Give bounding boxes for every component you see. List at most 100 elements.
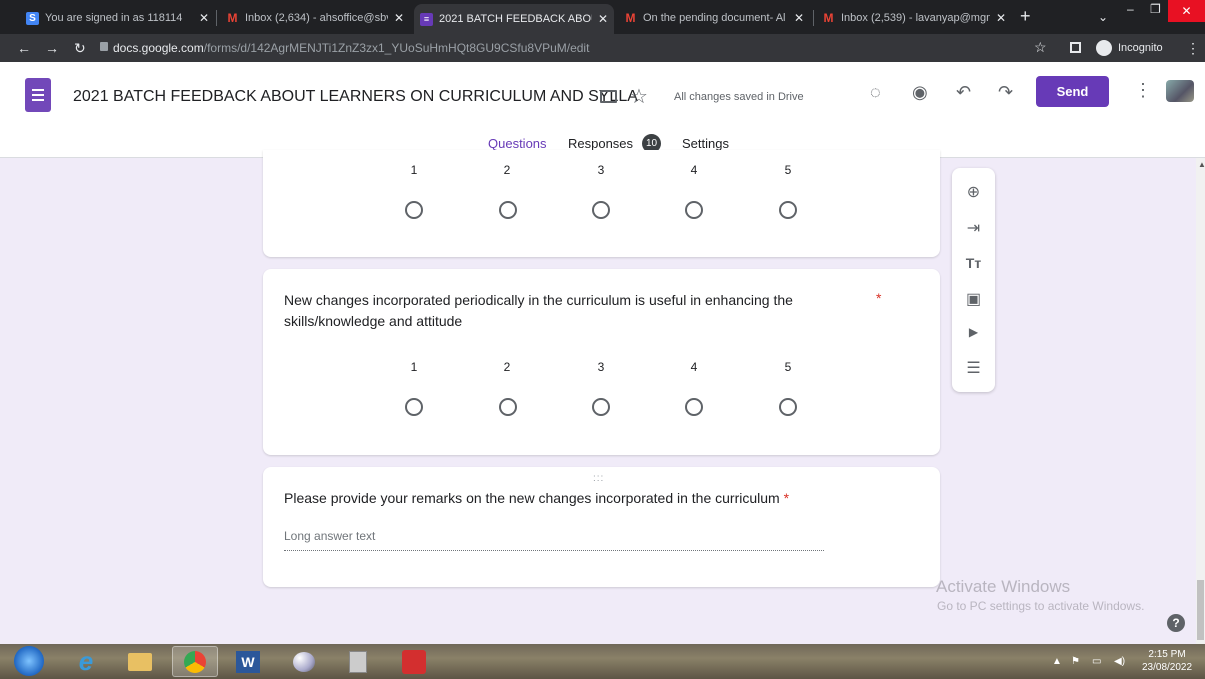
scale-radio-5[interactable] (779, 398, 797, 416)
preview-eye-icon[interactable]: ◉ (912, 82, 928, 103)
move-to-folder-icon[interactable] (600, 90, 617, 103)
scale-radio-4[interactable] (685, 398, 703, 416)
tab-responses[interactable]: Responses (568, 136, 633, 151)
reload-icon[interactable]: ↻ (74, 40, 86, 57)
scale-label: 5 (784, 163, 792, 177)
tab-favicon-icon: S (26, 11, 39, 25)
long-answer-underline (284, 550, 824, 551)
tab-title: Inbox (2,539) - lavanyap@mgm (841, 12, 990, 24)
file-explorer-icon[interactable] (126, 648, 154, 675)
restore-icon[interactable]: ❐ (1150, 2, 1161, 16)
question-card-paragraph[interactable]: ::: Please provide your remarks on the n… (263, 467, 940, 587)
question-toolbar: ⊕ ⇥ Tт ▣ ▶ ☰ (952, 168, 995, 392)
undo-icon[interactable]: ↶ (956, 82, 971, 103)
gmail-icon: M (227, 11, 238, 25)
back-icon[interactable]: ← (17, 40, 31, 56)
side-panel-icon[interactable] (1070, 42, 1081, 53)
tab-settings[interactable]: Settings (682, 136, 729, 151)
browser-tab-inbox-1[interactable]: M Inbox (2,634) - ahsoffice@sbvu ✕ (220, 6, 410, 30)
forward-icon[interactable]: → (45, 40, 59, 56)
scale-label: 4 (690, 360, 698, 374)
question-title[interactable]: New changes incorporated periodically in… (284, 290, 824, 332)
scale-radio-2[interactable] (499, 398, 517, 416)
tab-questions[interactable]: Questions (488, 136, 547, 151)
word-icon[interactable]: W (234, 648, 262, 675)
internet-explorer-icon[interactable]: e (72, 646, 100, 676)
scroll-up-arrow-icon[interactable]: ▲ (1198, 160, 1205, 169)
show-hidden-icons-arrow[interactable]: ▲ (1052, 656, 1062, 667)
scale-radio-1[interactable] (405, 398, 423, 416)
scale-label: 3 (597, 360, 605, 374)
gmail-icon: M (823, 11, 834, 25)
paint-icon[interactable] (290, 648, 318, 675)
tab-search-chevron-icon[interactable]: ⌄ (1098, 10, 1108, 24)
windows-start-icon[interactable] (14, 646, 44, 676)
activate-windows-watermark: Activate Windows (936, 577, 1071, 596)
star-icon[interactable]: ☆ (630, 84, 648, 109)
incognito-indicator[interactable]: Incognito (1096, 40, 1163, 56)
long-answer-placeholder: Long answer text (284, 529, 376, 543)
browser-menu-icon[interactable]: ⋮ (1186, 40, 1200, 57)
scale-label: 4 (690, 163, 698, 177)
close-tab-icon[interactable]: ✕ (794, 11, 804, 25)
adobe-reader-icon[interactable] (400, 648, 428, 675)
bookmark-star-icon[interactable]: ☆ (1034, 39, 1047, 56)
url-field[interactable]: docs.google.com/forms/d/142AgrMENJTi1ZnZ… (113, 41, 589, 55)
scale-radio-1[interactable] (405, 201, 423, 219)
form-title[interactable]: 2021 BATCH FEEDBACK ABOUT LEARNERS ON CU… (73, 88, 638, 106)
scale-label: 1 (410, 360, 418, 374)
browser-tab-pending-doc[interactable]: M On the pending document- Al ✕ (618, 6, 810, 30)
help-icon[interactable]: ? (1167, 614, 1185, 632)
customize-theme-icon[interactable]: ◌ (870, 82, 881, 103)
question-card-linear-scale-1[interactable]: 1 2 3 4 5 (263, 150, 940, 257)
gmail-icon: M (625, 11, 636, 25)
drag-handle-icon[interactable]: ::: (593, 473, 604, 484)
scale-radio-3[interactable] (592, 398, 610, 416)
save-status: All changes saved in Drive (674, 91, 804, 103)
network-app-icon[interactable] (344, 648, 372, 675)
chrome-taskbar-icon[interactable] (172, 646, 218, 677)
add-title-icon[interactable]: Tт (952, 255, 995, 271)
address-bar: ← → ↻ docs.google.com/forms/d/142AgrMENJ… (0, 34, 1205, 62)
clock-date: 23/08/2022 (1142, 662, 1193, 673)
new-tab-icon[interactable]: + (1020, 6, 1031, 27)
redo-icon[interactable]: ↷ (998, 82, 1013, 103)
avatar[interactable] (1166, 80, 1194, 102)
minimize-icon[interactable]: – (1127, 2, 1134, 16)
browser-tab-signed-in[interactable]: S You are signed in as 118114 ✕ (20, 6, 215, 30)
import-questions-icon[interactable]: ⇥ (952, 218, 995, 238)
system-clock[interactable]: 2:15 PM 23/08/2022 (1142, 648, 1192, 674)
more-options-icon[interactable]: ⋮ (1134, 80, 1152, 101)
add-section-icon[interactable]: ☰ (952, 358, 995, 378)
action-center-flag-icon[interactable]: ⚑ (1071, 656, 1080, 667)
scale-radio-3[interactable] (592, 201, 610, 219)
close-tab-icon[interactable]: ✕ (394, 11, 404, 25)
browser-tab-inbox-2[interactable]: M Inbox (2,539) - lavanyap@mgm ✕ (816, 6, 1012, 30)
scale-radio-2[interactable] (499, 201, 517, 219)
send-button[interactable]: Send (1036, 76, 1109, 107)
question-title[interactable]: Please provide your remarks on the new c… (284, 488, 824, 509)
scale-radio-5[interactable] (779, 201, 797, 219)
browser-tab-forms[interactable]: ≡ 2021 BATCH FEEDBACK ABOU ✕ (414, 4, 614, 34)
clock-time: 2:15 PM (1148, 649, 1186, 660)
tab-separator (813, 10, 814, 26)
forms-header: 2021 BATCH FEEDBACK ABOUT LEARNERS ON CU… (0, 62, 1205, 158)
url-host: docs.google.com (113, 41, 204, 55)
volume-icon[interactable]: ◀) (1114, 656, 1125, 667)
incognito-icon (1096, 40, 1112, 56)
add-image-icon[interactable]: ▣ (952, 289, 995, 309)
scale-radio-4[interactable] (685, 201, 703, 219)
question-card-linear-scale-2[interactable]: New changes incorporated periodically in… (263, 269, 940, 455)
close-tab-icon[interactable]: ✕ (199, 11, 209, 25)
add-video-icon[interactable]: ▶ (952, 325, 995, 339)
close-window-icon[interactable]: ✕ (1168, 0, 1205, 22)
page-scrollbar[interactable] (1196, 158, 1205, 644)
close-tab-icon[interactable]: ✕ (598, 12, 608, 26)
scrollbar-thumb[interactable] (1197, 580, 1204, 640)
scale-label: 2 (503, 360, 511, 374)
close-tab-icon[interactable]: ✕ (996, 11, 1006, 25)
google-forms-logo-icon[interactable] (25, 78, 51, 112)
network-icon[interactable]: ▭ (1092, 656, 1101, 667)
tab-title: On the pending document- Al (643, 12, 786, 24)
add-question-icon[interactable]: ⊕ (952, 182, 995, 202)
